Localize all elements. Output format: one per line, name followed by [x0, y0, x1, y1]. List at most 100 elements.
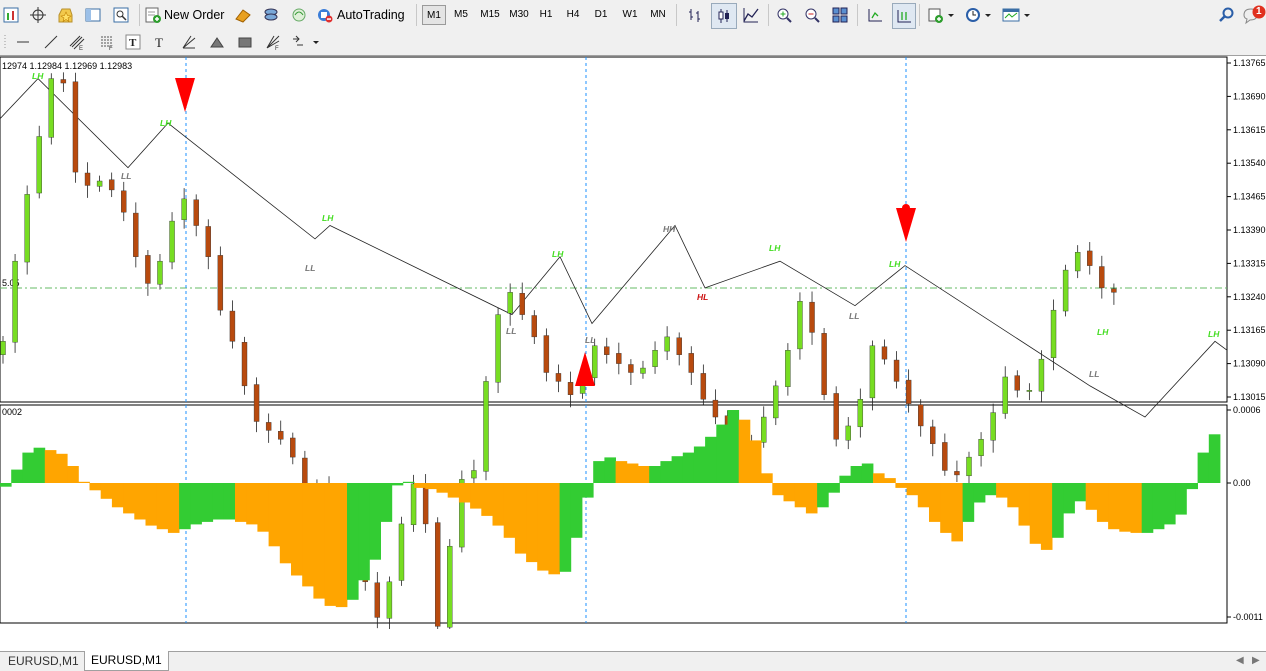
candlestick-chart-icon[interactable] — [711, 3, 737, 29]
histogram-bar — [917, 483, 930, 508]
histogram-bar — [805, 483, 818, 514]
bull-candle — [652, 350, 658, 367]
bear-candle — [519, 293, 525, 315]
notifications-icon[interactable]: 1 — [1242, 3, 1266, 27]
histogram-bar — [22, 452, 34, 483]
new-chart-icon[interactable] — [0, 3, 22, 27]
autotrading-button[interactable]: AutoTrading — [316, 3, 412, 27]
tab-scroll-left-icon[interactable]: ◀ — [1236, 655, 1244, 666]
bear-candle — [555, 373, 562, 382]
histogram-bar — [570, 483, 583, 538]
chart-window[interactable]: 5.05 LHLLLHLHLLLLLHLLHHHLLHLLLHLLLH LH 12… — [0, 56, 1266, 629]
toolbar-grip[interactable] — [0, 30, 10, 54]
line-chart-icon[interactable] — [740, 3, 762, 27]
histogram-bar — [33, 447, 46, 483]
timeframe-w1[interactable]: W1 — [617, 5, 643, 25]
bull-candle — [845, 425, 851, 441]
histogram-bar — [190, 483, 202, 525]
histogram-bar — [1029, 483, 1042, 544]
bear-candle — [531, 315, 537, 338]
histogram-bar — [201, 483, 214, 522]
favorites-icon[interactable] — [54, 3, 76, 27]
zoom-in-icon[interactable] — [773, 3, 795, 27]
fibonacci-fan-icon[interactable]: F — [262, 30, 284, 54]
histogram-bar — [1096, 483, 1109, 522]
bull-candle — [857, 399, 864, 428]
arrows-dropdown[interactable] — [290, 30, 322, 54]
periods-clock-dropdown[interactable] — [963, 3, 995, 27]
tile-windows-icon[interactable] — [829, 3, 851, 27]
metaeditor-icon[interactable] — [232, 3, 254, 27]
bear-candle — [193, 199, 199, 226]
bear-candle — [712, 399, 719, 418]
equidistant-channel-icon[interactable]: E — [66, 30, 88, 54]
bear-candle — [253, 384, 260, 422]
zigzag-label: LH — [322, 213, 334, 223]
strategy-tester-icon[interactable] — [110, 3, 132, 27]
gann-fan-icon[interactable] — [178, 30, 200, 54]
bear-candle — [954, 471, 960, 476]
timeframe-h4[interactable]: H4 — [561, 5, 585, 25]
histogram-bar — [358, 483, 370, 581]
histogram-bar — [447, 483, 460, 498]
tab-scroll-right-icon[interactable]: ▶ — [1252, 655, 1260, 666]
bull-candle — [495, 314, 501, 383]
histogram-bar — [179, 483, 191, 530]
histogram-bar — [1208, 434, 1221, 483]
rectangle-icon[interactable] — [234, 30, 256, 54]
bull-candle — [0, 341, 6, 355]
bear-candle — [942, 442, 948, 471]
trendline-icon[interactable] — [40, 30, 62, 54]
timeframe-h1[interactable]: H1 — [534, 5, 558, 25]
timeframe-mn[interactable]: MN — [645, 5, 671, 25]
histogram-bar — [1152, 483, 1165, 530]
histogram-bar — [906, 483, 919, 496]
histogram-bar — [492, 483, 505, 526]
chart-tab[interactable]: EURUSD,M1 — [2, 652, 85, 670]
zoom-out-icon[interactable] — [801, 3, 823, 27]
chart-tabs-bar: EURUSD,M1 EURUSD,M1 ◀ ▶ — [0, 651, 1266, 671]
text-icon[interactable]: T — [122, 30, 144, 54]
svg-text:F: F — [109, 46, 113, 50]
timeframe-m5[interactable]: M5 — [449, 5, 473, 25]
new-order-label: New Order — [164, 8, 225, 22]
signals-icon[interactable] — [288, 3, 310, 27]
timeframe-m15[interactable]: M15 — [476, 5, 504, 25]
crosshair-icon[interactable] — [27, 3, 49, 27]
osc-axis-top: 0.0006 — [1233, 405, 1261, 415]
bull-candle — [36, 136, 42, 194]
bear-candle — [84, 172, 91, 186]
bear-candle — [241, 342, 248, 387]
indicators-dropdown[interactable] — [926, 3, 958, 27]
timeframe-d1[interactable]: D1 — [589, 5, 613, 25]
bear-candle — [616, 353, 622, 364]
drawing-toolbar: E F T T F — [0, 30, 1266, 56]
zigzag-label: LL — [506, 326, 516, 336]
timeframe-m30[interactable]: M30 — [505, 5, 533, 25]
templates-dropdown[interactable] — [1000, 3, 1034, 27]
chart-tab-active[interactable]: EURUSD,M1 — [84, 651, 169, 671]
histogram-bar — [705, 436, 717, 483]
histogram-bar — [89, 483, 102, 491]
autoscroll-icon[interactable] — [892, 3, 916, 29]
navigator-icon[interactable] — [82, 3, 104, 27]
triangle-icon[interactable] — [206, 30, 228, 54]
label-icon[interactable]: T — [150, 30, 172, 54]
zigzag-label: LH — [889, 259, 901, 269]
histogram-bar — [738, 419, 751, 483]
histogram-bar — [11, 469, 23, 483]
bull-candle — [1038, 358, 1045, 392]
timeframe-m1[interactable]: M1 — [422, 5, 446, 25]
chart-shift-icon[interactable] — [864, 3, 886, 27]
svg-text:F: F — [275, 46, 279, 50]
histogram-bar — [582, 483, 594, 498]
bull-candle — [181, 198, 187, 220]
new-order-button[interactable]: New Order — [145, 3, 229, 27]
terminal-icon[interactable] — [260, 3, 282, 27]
fibonacci-retracement-icon[interactable]: F — [96, 30, 118, 54]
bar-chart-icon[interactable] — [684, 3, 706, 27]
search-icon[interactable] — [1216, 3, 1238, 27]
horizontal-line-icon[interactable] — [12, 30, 34, 54]
bear-candle — [567, 382, 574, 395]
bull-candle — [1002, 376, 1008, 414]
